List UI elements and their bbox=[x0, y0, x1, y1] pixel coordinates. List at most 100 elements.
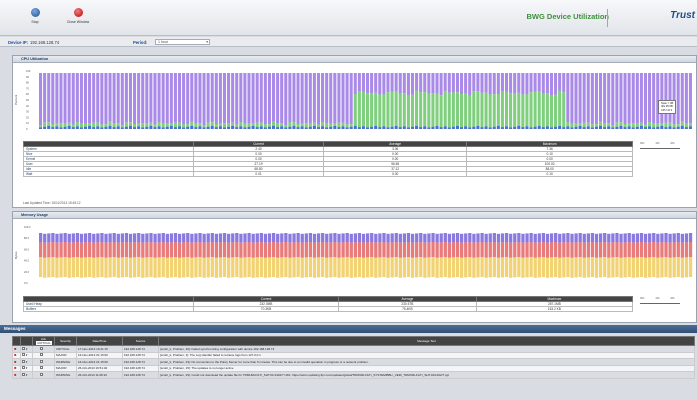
memory-bar-top bbox=[288, 233, 292, 243]
memory-bar-mid bbox=[468, 242, 472, 257]
memory-bar-bottom bbox=[529, 257, 533, 277]
cpu-bar-system bbox=[415, 125, 419, 129]
cpu-bar-system bbox=[108, 125, 112, 129]
memory-bar-top bbox=[451, 233, 456, 243]
memory-bar-mid bbox=[329, 242, 333, 258]
memory-bar-mid bbox=[300, 242, 304, 258]
cpu-bar-user bbox=[631, 123, 635, 128]
cpu-bar-system bbox=[120, 127, 124, 129]
delete-icon[interactable]: ✖ bbox=[14, 373, 17, 377]
chevron-down-icon[interactable]: ▾ bbox=[26, 353, 28, 357]
chevron-down-icon[interactable]: ▾ bbox=[26, 360, 28, 364]
memory-bar-bottom bbox=[619, 257, 623, 278]
cpu-bar-user bbox=[648, 122, 652, 127]
delete-icon[interactable]: ✖ bbox=[14, 347, 17, 351]
memory-bar-top bbox=[337, 233, 341, 243]
cpu-bar-system bbox=[525, 126, 529, 129]
cpu-bar-user bbox=[451, 92, 455, 127]
cpu-bar-idle bbox=[55, 73, 59, 124]
memory-bar-top bbox=[386, 233, 390, 243]
cpu-bar-idle bbox=[182, 73, 186, 125]
select-checkbox[interactable] bbox=[22, 372, 25, 376]
delete-icon[interactable]: ✖ bbox=[14, 360, 17, 364]
y-tick-label: 60.0 bbox=[24, 247, 30, 251]
chevron-down-icon[interactable]: ▾ bbox=[26, 366, 28, 370]
table-row[interactable]: ✖ ▾ WARNING 26-Oct-2013 11:08:16 192.168.12… bbox=[12, 371, 695, 379]
memory-bar-mid bbox=[47, 242, 51, 258]
scale-slider[interactable] bbox=[640, 148, 680, 149]
memory-bar-bottom bbox=[525, 257, 529, 278]
tooltip-line: CPU 10.3 bbox=[661, 108, 673, 112]
select-checkbox[interactable] bbox=[22, 366, 25, 370]
table-cell bbox=[32, 371, 55, 379]
stop-button[interactable]: Stop bbox=[15, 8, 55, 24]
memory-bar-mid bbox=[67, 242, 71, 258]
ack-checkbox[interactable] bbox=[40, 353, 43, 357]
cpu-bar-user bbox=[431, 93, 435, 127]
memory-bar-mid bbox=[63, 242, 67, 257]
memory-bar-top bbox=[153, 233, 157, 243]
table-row: Wait 0.01 0.00 0.10 bbox=[23, 171, 633, 177]
memory-bar-mid bbox=[210, 242, 214, 257]
chevron-down-icon[interactable]: ▾ bbox=[26, 373, 28, 377]
table-header[interactable]: Message Text bbox=[158, 336, 695, 346]
ack-checkbox[interactable] bbox=[40, 359, 43, 363]
cpu-bar-idle bbox=[574, 73, 578, 124]
cpu-bar-system bbox=[263, 127, 267, 129]
y-tick-label: 60 bbox=[26, 92, 29, 96]
table-header[interactable]: Date/Time bbox=[76, 336, 123, 346]
delete-icon[interactable]: ✖ bbox=[14, 353, 17, 357]
cpu-bar-idle bbox=[194, 73, 198, 124]
memory-bar-top bbox=[562, 233, 566, 243]
cpu-bar-system bbox=[619, 125, 623, 129]
cpu-bar-user bbox=[578, 123, 582, 126]
memory-bar-bottom bbox=[684, 257, 689, 278]
memory-bar-bottom bbox=[468, 257, 472, 277]
select-checkbox[interactable] bbox=[22, 353, 25, 357]
cpu-bar-idle bbox=[415, 73, 419, 91]
cpu-bar-user bbox=[545, 93, 549, 127]
memory-bar-mid bbox=[194, 242, 198, 258]
select-checkbox[interactable] bbox=[22, 359, 25, 363]
cpu-bar-user bbox=[598, 121, 603, 126]
cpu-bar-idle bbox=[210, 73, 214, 123]
ack-checkbox[interactable] bbox=[40, 372, 43, 376]
ack-checkbox[interactable] bbox=[40, 346, 43, 350]
memory-bar-top bbox=[202, 233, 206, 243]
cpu-bar-idle bbox=[484, 73, 488, 93]
memory-bar-bottom bbox=[353, 257, 358, 278]
cpu-bar-idle bbox=[292, 73, 296, 123]
cpu-bar-idle bbox=[157, 73, 161, 122]
memory-bar-top bbox=[316, 233, 321, 243]
memory-bar-bottom bbox=[182, 257, 186, 278]
table-header[interactable]: Severity bbox=[54, 336, 77, 346]
memory-bar-top bbox=[525, 233, 529, 243]
cpu-bar-idle bbox=[549, 73, 554, 96]
cpu-bar-idle bbox=[161, 73, 165, 124]
cpu-bar-idle bbox=[668, 73, 672, 123]
cpu-bar-system bbox=[439, 127, 443, 129]
cpu-bar-system bbox=[590, 127, 594, 129]
select-checkbox[interactable] bbox=[22, 346, 25, 350]
memory-bar-top bbox=[116, 233, 120, 243]
chevron-down-icon[interactable]: ▾ bbox=[26, 347, 28, 351]
cpu-bar-user bbox=[39, 125, 43, 128]
memory-bar-top bbox=[222, 233, 227, 242]
close-window-button[interactable]: Close Window bbox=[58, 8, 98, 24]
memory-bar-top bbox=[88, 233, 92, 242]
cpu-bar-idle bbox=[635, 73, 639, 123]
cpu-bar-user bbox=[88, 123, 92, 126]
memory-bar-bottom bbox=[71, 257, 75, 278]
cpu-bar-idle bbox=[648, 73, 652, 122]
cpu-bar-system bbox=[492, 126, 496, 129]
cpu-bar-idle bbox=[374, 73, 378, 93]
ack-checkbox[interactable] bbox=[40, 366, 43, 370]
memory-bar-bottom bbox=[582, 257, 586, 278]
table-header[interactable]: Source bbox=[122, 336, 159, 346]
scale-slider[interactable] bbox=[640, 303, 680, 304]
delete-icon[interactable]: ✖ bbox=[14, 366, 17, 370]
cpu-bar-user bbox=[329, 123, 333, 127]
cpu-chart: Percent 1009080706050403020100 bbox=[14, 69, 692, 131]
severity-filter[interactable]: CRITICAL bbox=[36, 341, 52, 345]
period-select[interactable]: 1 hour ▾ bbox=[155, 39, 210, 45]
